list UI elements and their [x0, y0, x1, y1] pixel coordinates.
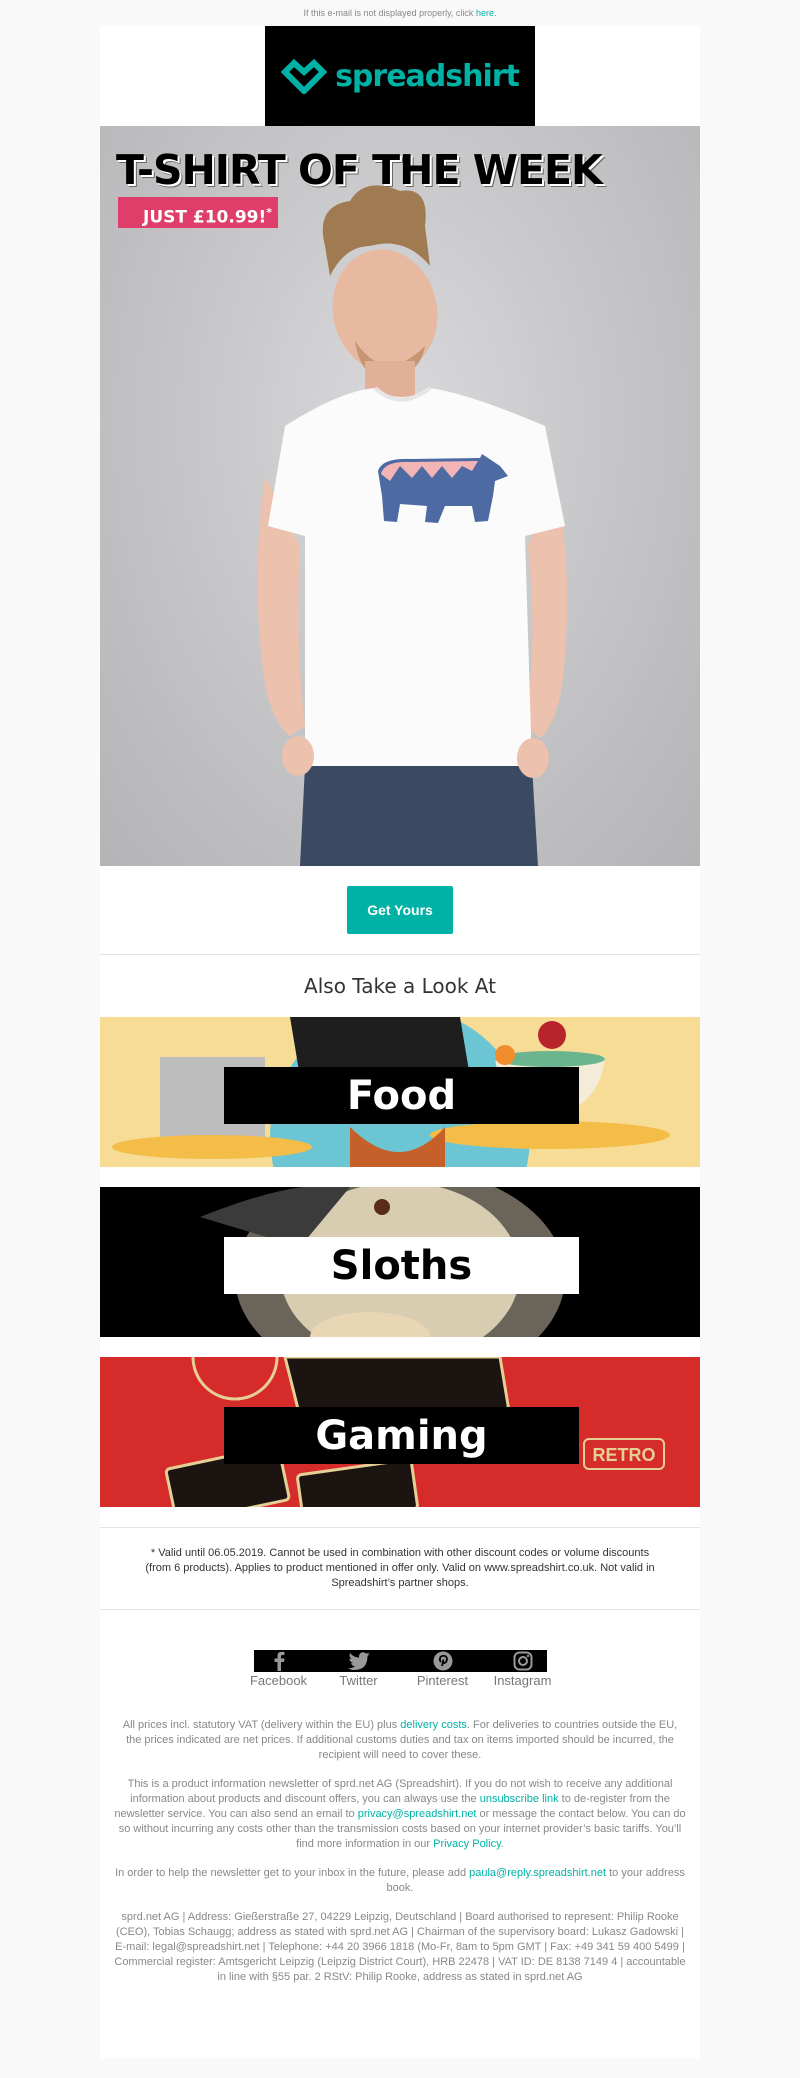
- instagram-icon: [513, 1651, 532, 1671]
- delivery-costs-link[interactable]: delivery costs: [400, 1719, 467, 1731]
- social-link-twitter[interactable]: Twitter: [322, 1650, 395, 1690]
- social-label: Pinterest: [416, 1673, 469, 1688]
- addressbook-text: In order to help the newsletter get to y…: [115, 1867, 470, 1879]
- preheader-text: If this e-mail is not displayed properly…: [303, 8, 476, 18]
- imprint: sprd.net AG | Address: Gießerstraße 27, …: [114, 1911, 686, 1983]
- addressbook-notice: In order to help the newsletter get to y…: [114, 1866, 686, 1896]
- privacy-email-link[interactable]: privacy@spreadshirt.net: [358, 1808, 477, 1820]
- vat-text: All prices incl. statutory VAT (delivery…: [122, 1719, 401, 1731]
- header: spreadshirt: [100, 26, 700, 126]
- get-yours-button[interactable]: Get Yours: [347, 886, 453, 934]
- hero-title: T-SHIRT OF THE WEEK: [116, 146, 603, 194]
- pinterest-icon: [433, 1651, 452, 1671]
- heart-diamond-icon: [281, 58, 328, 94]
- unsubscribe-link[interactable]: unsubscribe link: [480, 1793, 559, 1805]
- category-label-sloths: Sloths: [224, 1237, 579, 1294]
- preheader: If this e-mail is not displayed properly…: [0, 0, 800, 26]
- sender-email-link[interactable]: paula@reply.spreadshirt.net: [469, 1867, 606, 1879]
- newsletter-text: .: [500, 1838, 504, 1850]
- social-label: Facebook: [249, 1673, 308, 1688]
- price-label: JUST £10.99!: [143, 207, 267, 228]
- price-asterisk: *: [266, 206, 273, 219]
- vat-notice: All prices incl. statutory VAT (delivery…: [114, 1718, 686, 1763]
- category-label-food: Food: [224, 1067, 579, 1124]
- social-links: Facebook Twitter Pinterest Instagram: [100, 1650, 700, 1692]
- price-tag: JUST £10.99!*: [118, 197, 278, 228]
- newsletter-notice: This is a product information newsletter…: [114, 1777, 686, 1852]
- hero-banner[interactable]: T-SHIRT OF THE WEEK JUST £10.99!*: [100, 126, 700, 866]
- brand-name: spreadshirt: [335, 58, 520, 94]
- spreadshirt-logo[interactable]: spreadshirt: [265, 26, 535, 126]
- legal-footer: All prices incl. statutory VAT (delivery…: [100, 1718, 700, 1985]
- hero-photo: [257, 185, 568, 866]
- email-body: spreadshirt T-SHIRT OF THE WEEK JUST £10…: [100, 26, 700, 2058]
- divider: [100, 1609, 700, 1610]
- view-in-browser-link[interactable]: here.: [476, 8, 497, 18]
- svg-text:RETRO: RETRO: [593, 1445, 656, 1465]
- social-link-facebook[interactable]: Facebook: [242, 1650, 315, 1690]
- category-banner-food[interactable]: Food: [100, 1017, 700, 1167]
- social-link-pinterest[interactable]: Pinterest: [406, 1650, 479, 1690]
- social-label: Instagram: [493, 1673, 552, 1688]
- social-link-instagram[interactable]: Instagram: [486, 1650, 559, 1690]
- also-look-title: Also Take a Look At: [304, 974, 496, 998]
- twitter-icon: [347, 1652, 370, 1670]
- category-label-gaming: Gaming: [224, 1407, 579, 1464]
- category-banner-gaming[interactable]: RETRO Gaming: [100, 1357, 700, 1507]
- category-banner-sloths[interactable]: Sloths: [100, 1187, 700, 1337]
- offer-terms: * Valid until 06.05.2019. Cannot be used…: [145, 1547, 655, 1589]
- facebook-icon: [274, 1651, 284, 1671]
- cta-row: Get Yours: [100, 866, 700, 954]
- social-label: Twitter: [339, 1673, 378, 1688]
- privacy-policy-link[interactable]: Privacy Policy: [433, 1838, 501, 1850]
